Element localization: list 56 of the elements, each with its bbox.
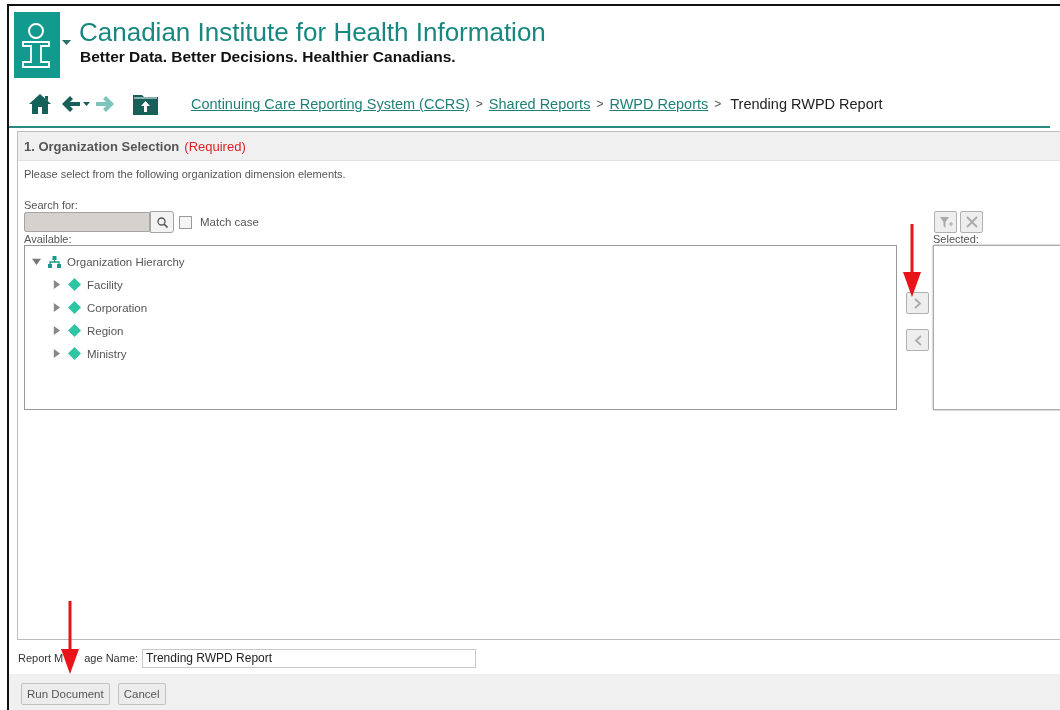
search-icon bbox=[156, 216, 168, 228]
clear-button[interactable] bbox=[960, 211, 983, 233]
filter-add-button[interactable] bbox=[934, 211, 957, 233]
report-name-label: age Name: bbox=[84, 652, 139, 664]
caret-icon[interactable] bbox=[62, 40, 71, 46]
report-name-label: Report M bbox=[18, 652, 64, 664]
logo-icon bbox=[14, 12, 60, 78]
site-title: Canadian Institute for Health Information bbox=[79, 17, 546, 47]
expand-triangle-icon[interactable] bbox=[52, 326, 61, 335]
tree-item[interactable]: Ministry bbox=[87, 347, 127, 360]
chevron-left-icon bbox=[913, 334, 922, 346]
expand-triangle-icon[interactable] bbox=[52, 349, 61, 358]
collapse-triangle-icon[interactable] bbox=[32, 257, 41, 266]
search-field[interactable] bbox=[24, 212, 150, 232]
folder-up-icon[interactable] bbox=[133, 93, 158, 115]
expand-triangle-icon[interactable] bbox=[52, 303, 61, 312]
footer-button[interactable]: Cancel bbox=[117, 683, 166, 705]
down-arrow-icon bbox=[61, 601, 79, 675]
remove-button[interactable] bbox=[906, 329, 929, 351]
match-case-checkbox[interactable] bbox=[179, 215, 192, 229]
breadcrumb-separator: > bbox=[475, 97, 483, 111]
selected-label: Selected: bbox=[933, 233, 979, 245]
breadcrumb-link[interactable]: Shared Reports bbox=[488, 96, 591, 112]
breadcrumb-link[interactable]: Continuing Care Reporting System (CCRS) bbox=[191, 96, 470, 112]
required-label: (Required) bbox=[184, 138, 246, 154]
forward-arrow-icon[interactable] bbox=[95, 94, 115, 114]
footer-button[interactable]: Run Document bbox=[21, 683, 110, 705]
down-arrow-icon bbox=[903, 224, 921, 298]
filter-plus-icon bbox=[938, 215, 953, 229]
back-arrow-icon[interactable] bbox=[61, 94, 91, 114]
expand-triangle-icon[interactable] bbox=[52, 280, 61, 289]
tree-item[interactable]: Facility bbox=[87, 278, 123, 291]
close-icon bbox=[964, 215, 979, 229]
search-button[interactable] bbox=[150, 211, 174, 233]
home-icon[interactable] bbox=[28, 93, 52, 115]
match-case-label: Match case bbox=[200, 216, 259, 228]
add-button[interactable] bbox=[906, 292, 929, 314]
available-label: Available: bbox=[24, 233, 72, 245]
diamond-icon bbox=[68, 324, 81, 337]
breadcrumb-separator: > bbox=[596, 97, 604, 111]
diamond-icon bbox=[68, 278, 81, 291]
diamond-icon bbox=[68, 347, 81, 360]
report-name-field[interactable]: Trending RWPD Report bbox=[142, 648, 477, 668]
breadcrumb-current: Trending RWPD Report bbox=[730, 96, 883, 112]
tagline: Better Data. Better Decisions. Healthier Canadians. bbox=[80, 47, 457, 67]
hierarchy-icon bbox=[48, 255, 61, 268]
section-title: 1. Organization Selection bbox=[24, 138, 180, 154]
diamond-icon bbox=[68, 301, 81, 314]
breadcrumb-link[interactable]: RWPD Reports bbox=[609, 96, 709, 112]
tree-item[interactable]: Region bbox=[87, 324, 124, 337]
chevron-right-icon bbox=[913, 297, 922, 309]
search-label: Search for: bbox=[24, 199, 78, 211]
tree-item[interactable]: Organization Hierarchy bbox=[67, 255, 185, 268]
breadcrumb-separator: > bbox=[714, 97, 722, 111]
instructions-text: Please select from the following organization dimension elements. bbox=[24, 168, 346, 180]
tree-item[interactable]: Corporation bbox=[87, 301, 148, 314]
